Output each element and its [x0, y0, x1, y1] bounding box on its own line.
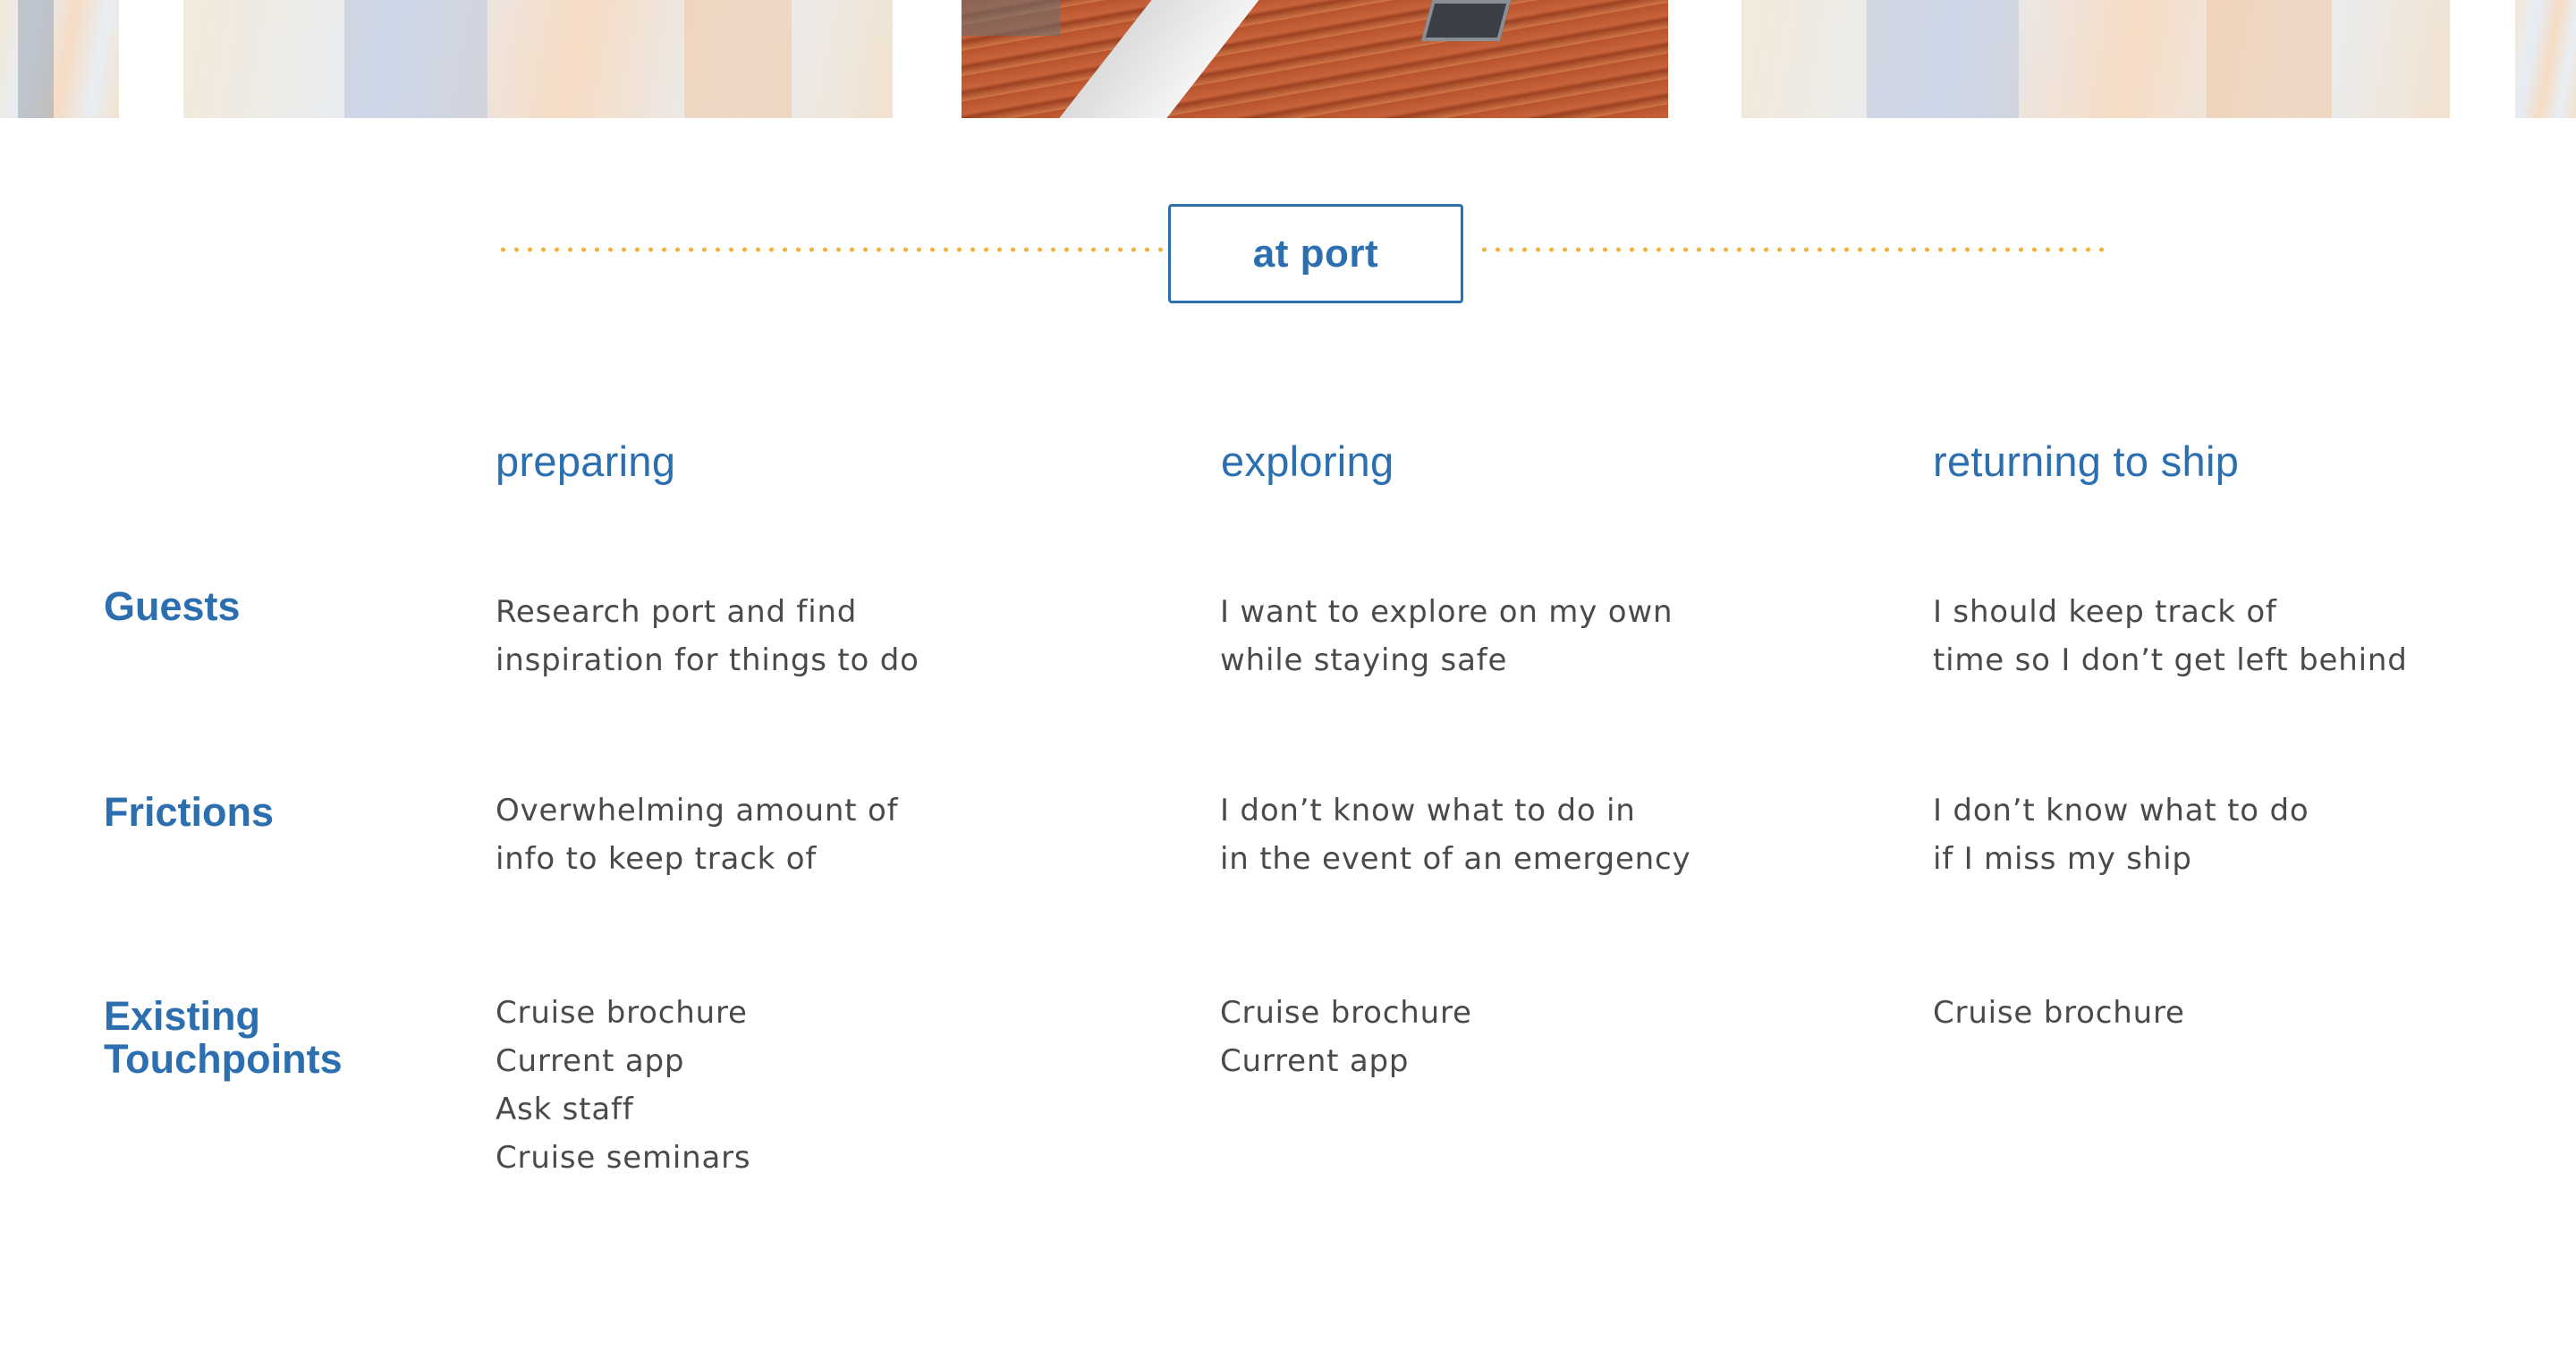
cell-touchpoints-exploring: Cruise brochure Current app: [1220, 995, 1472, 1079]
cell-touchpoints-returning: Cruise brochure: [1933, 995, 2185, 1031]
cell-guests-exploring: I want to explore on my own while stayin…: [1220, 594, 1674, 678]
cell-frictions-exploring: I don’t know what to do in in the event …: [1220, 793, 1691, 877]
phase-heading-preparing: preparing: [496, 438, 676, 485]
cell-guests-preparing: Research port and find inspiration for t…: [496, 594, 919, 678]
phase-heading-returning-to-ship: returning to ship: [1933, 438, 2240, 485]
photo-roof-tiles: [962, 0, 1668, 118]
cell-touchpoints-preparing: Cruise brochure Current app Ask staff Cr…: [496, 995, 751, 1176]
dotted-divider-left: [496, 247, 1163, 252]
row-label-frictions: Frictions: [104, 789, 275, 835]
photo-thumbnail-left: [183, 0, 893, 118]
roof-chimney: [962, 0, 1060, 36]
photo-thumbnail-far-left: [0, 0, 119, 118]
photo-thumbnail-far-right: [2515, 0, 2576, 118]
section-title: at port: [1252, 231, 1379, 276]
phase-heading-exploring: exploring: [1221, 438, 1394, 485]
cell-frictions-returning: I don’t know what to do if I miss my shi…: [1933, 793, 2309, 877]
roof-skylight: [1420, 0, 1512, 41]
cell-guests-returning: I should keep track of time so I don’t g…: [1933, 594, 2408, 678]
row-label-guests: Guests: [104, 583, 241, 629]
photo-thumbnail-right: [1741, 0, 2450, 118]
dotted-divider-right: [1478, 247, 2113, 252]
row-label-existing-touchpoints: Existing Touchpoints: [104, 993, 343, 1082]
cell-frictions-preparing: Overwhelming amount of info to keep trac…: [496, 793, 899, 877]
roof-wall: [1025, 0, 1274, 118]
section-title-box: at port: [1168, 204, 1463, 303]
